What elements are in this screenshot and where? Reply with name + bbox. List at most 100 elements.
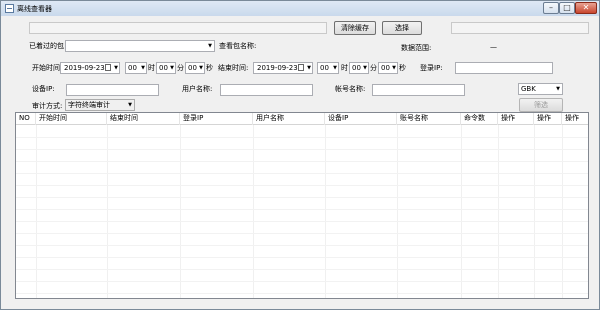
start-second-value: 00 — [188, 64, 197, 72]
grid-line — [397, 125, 398, 298]
chevron-down-icon: ▼ — [333, 65, 337, 71]
column-header[interactable]: 结束时间 — [107, 113, 180, 125]
grid-line — [562, 125, 563, 298]
grid-line — [16, 293, 588, 294]
end-second-label: 秒 — [399, 64, 406, 72]
account-name-label: 帐号名称: — [335, 85, 366, 93]
end-hour-select[interactable]: 00 ▼ — [317, 62, 339, 74]
start-time-label: 开始时间: — [32, 64, 63, 72]
grid-line — [16, 233, 588, 234]
chevron-down-icon: ▼ — [208, 43, 212, 49]
filter-button[interactable]: 筛选 — [519, 98, 563, 112]
results-table[interactable]: NO 开始时间 结束时间 登录IP 用户名称 设备IP 账号名称 命令数 操作 … — [15, 112, 589, 299]
login-ip-input[interactable] — [455, 62, 553, 74]
device-ip-label: 设备IP: — [32, 85, 55, 93]
clear-cache-button[interactable]: 清除缓存 — [334, 21, 376, 35]
grid-line — [253, 125, 254, 298]
grid-line — [16, 197, 588, 198]
column-header[interactable]: 登录IP — [180, 113, 253, 125]
minute-label: 分 — [177, 64, 184, 72]
start-date-picker[interactable]: 2019-09-23 ▼ — [60, 62, 120, 74]
column-header[interactable]: NO — [16, 113, 36, 125]
chevron-down-icon: ▼ — [363, 65, 367, 71]
data-range-label: 数据范围: — [401, 44, 432, 52]
grid-line — [16, 269, 588, 270]
user-name-label: 用户名称: — [182, 85, 213, 93]
chevron-down-icon: ▼ — [128, 102, 132, 108]
end-minute-label: 分 — [370, 64, 377, 72]
end-second-select[interactable]: 00 ▼ — [378, 62, 398, 74]
chevron-down-icon: ▼ — [114, 65, 118, 71]
account-name-input[interactable] — [372, 84, 465, 96]
table-header: NO 开始时间 结束时间 登录IP 用户名称 设备IP 账号名称 命令数 操作 … — [16, 113, 588, 125]
grid-line — [16, 173, 588, 174]
start-date-value: 2019-09-23 — [64, 64, 105, 72]
end-date-picker[interactable]: 2019-09-23 ▼ — [253, 62, 313, 74]
status-field — [451, 22, 589, 34]
maximize-button[interactable]: □ — [559, 2, 575, 14]
start-hour-value: 00 — [128, 64, 137, 72]
chevron-down-icon: ▼ — [392, 65, 396, 71]
chevron-down-icon: ▼ — [141, 65, 145, 71]
column-header[interactable]: 操作 — [498, 113, 534, 125]
column-header[interactable]: 操作 — [562, 113, 588, 125]
end-second-value: 00 — [381, 64, 390, 72]
opened-packages-select[interactable]: ▼ — [65, 40, 215, 52]
audit-mode-label: 审计方式: — [32, 102, 63, 110]
grid-line — [16, 149, 588, 150]
package-path-field — [29, 22, 327, 34]
column-header[interactable]: 设备IP — [325, 113, 397, 125]
chevron-down-icon: ▼ — [307, 65, 311, 71]
grid-line — [498, 125, 499, 298]
chevron-down-icon: ▼ — [170, 65, 174, 71]
end-minute-select[interactable]: 00 ▼ — [349, 62, 369, 74]
grid-line — [16, 257, 588, 258]
second-label: 秒 — [206, 64, 213, 72]
grid-line — [16, 137, 588, 138]
select-button[interactable]: 选择 — [382, 21, 422, 35]
audit-mode-select[interactable]: 字符终端审计 ▼ — [65, 99, 135, 111]
grid-line — [16, 281, 588, 282]
calendar-icon — [298, 64, 304, 71]
end-date-value: 2019-09-23 — [257, 64, 298, 72]
column-header[interactable]: 操作 — [534, 113, 562, 125]
calendar-icon — [105, 64, 111, 71]
user-name-input[interactable] — [220, 84, 313, 96]
end-minute-value: 00 — [352, 64, 361, 72]
column-header[interactable]: 用户名称 — [253, 113, 325, 125]
end-time-label: 结束时间: — [218, 64, 249, 72]
start-hour-select[interactable]: 00 ▼ — [125, 62, 147, 74]
app-icon — [5, 4, 14, 13]
grid-line — [461, 125, 462, 298]
column-header[interactable]: 命令数 — [461, 113, 498, 125]
title-bar: 离线查看器 – □ ✕ — [1, 1, 599, 16]
grid-line — [16, 245, 588, 246]
chevron-down-icon: ▼ — [556, 86, 560, 92]
grid-line — [180, 125, 181, 298]
end-hour-value: 00 — [320, 64, 329, 72]
grid-line — [16, 185, 588, 186]
package-name-label: 查看包名称: — [219, 42, 257, 50]
minimize-button[interactable]: – — [543, 2, 559, 14]
audit-mode-value: 字符终端审计 — [68, 101, 110, 109]
grid-line — [16, 221, 588, 222]
encoding-select[interactable]: GBK ▼ — [518, 83, 563, 95]
window-title: 离线查看器 — [17, 5, 52, 13]
grid-line — [16, 209, 588, 210]
grid-line — [36, 125, 37, 298]
login-ip-label: 登录IP: — [420, 64, 443, 72]
data-range-value: — — [490, 43, 497, 51]
column-header[interactable]: 账号名称 — [397, 113, 461, 125]
hour-label: 时 — [148, 64, 155, 72]
start-minute-select[interactable]: 00 ▼ — [156, 62, 176, 74]
grid-line — [107, 125, 108, 298]
start-second-select[interactable]: 00 ▼ — [185, 62, 205, 74]
device-ip-input[interactable] — [66, 84, 159, 96]
chevron-down-icon: ▼ — [199, 65, 203, 71]
grid-line — [325, 125, 326, 298]
close-button[interactable]: ✕ — [575, 2, 597, 14]
grid-line — [534, 125, 535, 298]
end-hour-label: 时 — [341, 64, 348, 72]
column-header[interactable]: 开始时间 — [36, 113, 107, 125]
grid-line — [16, 161, 588, 162]
